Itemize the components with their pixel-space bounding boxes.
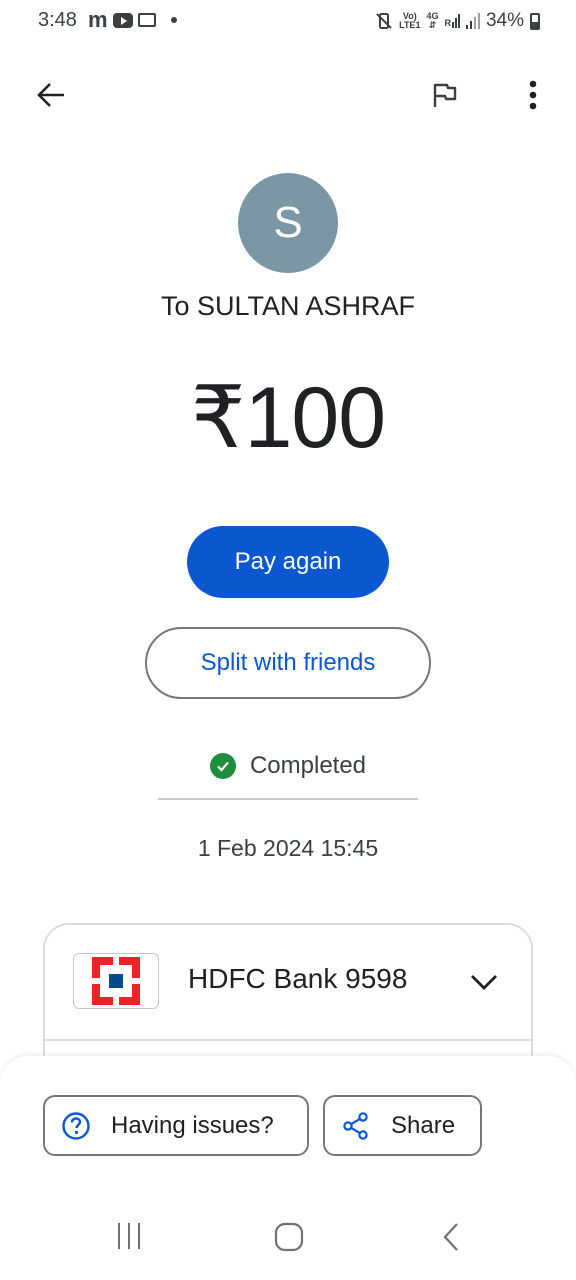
data-arrows-icon: ⇵	[428, 20, 437, 30]
having-issues-label: Having issues?	[111, 1111, 274, 1139]
system-back-button[interactable]	[428, 1214, 474, 1260]
recents-button[interactable]	[108, 1216, 150, 1256]
bank-account-name: HDFC Bank 9598	[188, 963, 408, 994]
gmail-icon: m	[88, 7, 108, 32]
signal-strength-icon: R	[444, 14, 460, 28]
lte-label: LTE1	[399, 20, 421, 30]
recipient-avatar[interactable]: S	[238, 173, 338, 273]
status-label: Completed	[249, 752, 367, 779]
recents-icon-bar	[138, 1223, 140, 1249]
back-button[interactable]	[28, 72, 74, 118]
split-with-friends-button[interactable]: Split with friends	[145, 627, 431, 699]
recipient-name: To SULTAN ASHRAF	[160, 291, 416, 321]
arrow-left-icon	[37, 83, 64, 107]
battery-icon	[530, 12, 540, 30]
check-circle-icon	[209, 753, 236, 779]
share-button[interactable]: Share	[323, 1095, 482, 1156]
status-divider	[158, 798, 418, 800]
chevron-left-icon	[443, 1223, 458, 1251]
share-icon	[343, 1111, 368, 1140]
flag-icon	[433, 83, 457, 107]
more-options-button[interactable]	[510, 72, 556, 118]
more-notifications-dot-icon	[170, 17, 177, 23]
transaction-details-screen: 3:48 m Vo) LTE1 4G ⇵ R 34% S To SULTAN A…	[0, 0, 576, 1280]
notification-icons: m	[88, 7, 177, 32]
youtube-icon	[112, 12, 133, 28]
having-issues-button[interactable]: Having issues?	[43, 1095, 309, 1156]
status-time: 3:48	[38, 9, 77, 31]
volte-indicator: Vo) LTE1	[399, 12, 420, 30]
battery-percentage: 34%	[485, 10, 524, 31]
home-icon	[274, 1222, 304, 1252]
roaming-label: R	[444, 18, 451, 28]
chevron-down-icon	[471, 975, 497, 990]
hdfc-logo-icon	[73, 953, 159, 1009]
pay-again-button[interactable]: Pay again	[187, 526, 389, 598]
expand-details-button[interactable]	[463, 961, 505, 1003]
vibrate-mute-icon	[376, 13, 392, 29]
transaction-status: Completed	[0, 752, 576, 780]
4g-indicator: 4G ⇵	[426, 12, 438, 30]
status-bar: 3:48 m Vo) LTE1 4G ⇵ R 34%	[0, 0, 576, 44]
home-button[interactable]	[266, 1214, 312, 1260]
signal-strength-2-icon	[465, 13, 480, 29]
help-circle-icon	[62, 1111, 90, 1140]
report-flag-button[interactable]	[422, 72, 468, 118]
payment-amount: ₹100	[190, 370, 386, 466]
more-vert-icon	[529, 80, 537, 110]
recents-icon-bar	[118, 1223, 120, 1249]
system-icons: Vo) LTE1 4G ⇵ R 34%	[375, 10, 540, 32]
recents-icon-bar	[128, 1223, 130, 1249]
card-divider	[45, 1039, 531, 1041]
transaction-datetime: 1 Feb 2024 15:45	[197, 835, 379, 861]
share-label: Share	[391, 1111, 456, 1139]
notification-app-icon	[137, 13, 156, 27]
